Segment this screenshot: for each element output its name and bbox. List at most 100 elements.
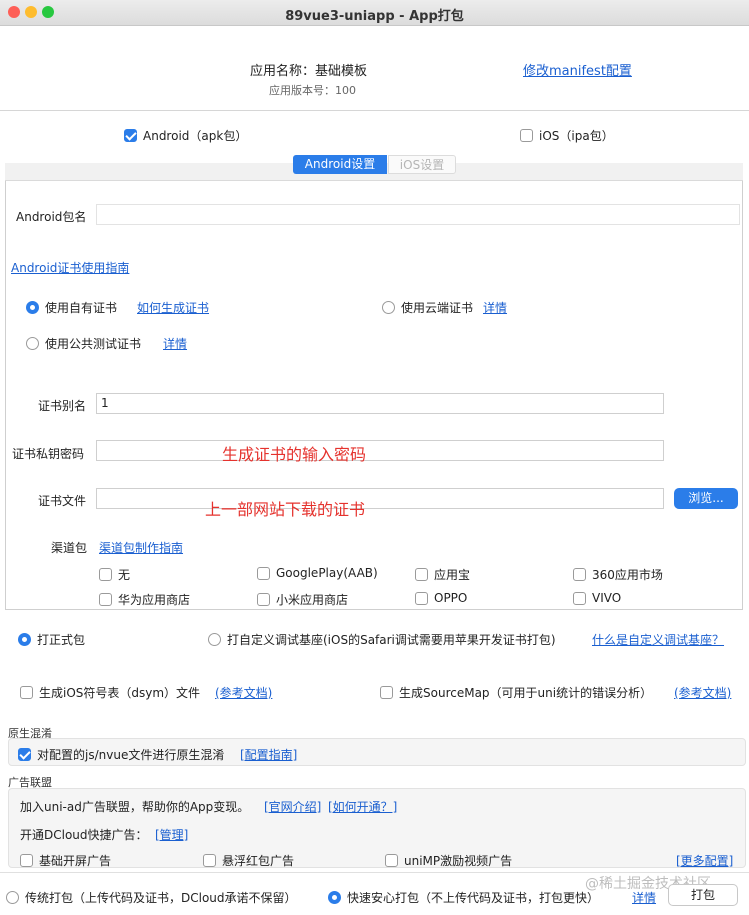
radio-checked-icon xyxy=(328,891,341,904)
channel-option-label: 小米应用商店 xyxy=(276,593,349,607)
checkbox-icon xyxy=(385,854,398,867)
cert-alias-input[interactable]: 1 xyxy=(96,393,664,414)
ad-option-label: 悬浮红包广告 xyxy=(222,854,295,868)
public-cert-detail-link[interactable]: 详情 xyxy=(163,335,187,352)
checkbox-icon xyxy=(573,591,586,605)
modify-manifest-link[interactable]: 修改manifest配置 xyxy=(523,60,632,79)
cert-file-annotation: 上一部网站下载的证书 xyxy=(205,500,366,519)
ads-manage-link[interactable]: [管理] xyxy=(155,826,188,843)
ads-how-open-link[interactable]: [如何开通？] xyxy=(328,798,397,815)
channel-oppo-checkbox[interactable]: OPPO xyxy=(415,591,467,605)
checkbox-icon xyxy=(380,686,393,699)
channel-option-label: 应用宝 xyxy=(434,568,471,582)
radio-icon xyxy=(26,337,39,350)
obfuscation-checkbox[interactable]: 对配置的js/nvue文件进行原生混淆 xyxy=(18,746,224,763)
tab-ios-settings[interactable]: iOS设置 xyxy=(388,155,456,174)
cert-password-input[interactable] xyxy=(96,440,664,461)
radio-icon xyxy=(382,301,395,314)
own-cert-label: 使用自有证书 xyxy=(45,301,118,315)
cert-alias-label: 证书别名 xyxy=(38,399,87,413)
ios-dsym-checkbox[interactable]: 生成iOS符号表（dsym）文件 xyxy=(20,684,200,701)
fast-pack-radio[interactable]: 快速安心打包（不上传代码及证书，打包更快） xyxy=(328,889,599,906)
browse-button[interactable]: 浏览... xyxy=(674,488,738,509)
ads-more-config-link[interactable]: [更多配置] xyxy=(676,852,733,869)
checkbox-icon xyxy=(573,568,586,581)
window-titlebar: 89vue3-uniapp - App打包 xyxy=(0,0,749,26)
sourcemap-doc-link[interactable]: (参考文档) xyxy=(674,684,731,701)
channel-option-label: GooglePlay(AAB) xyxy=(276,566,378,580)
fast-pack-label: 快速安心打包（不上传代码及证书，打包更快） xyxy=(347,891,600,905)
channel-360-checkbox[interactable]: 360应用市场 xyxy=(573,566,663,583)
pack-button[interactable]: 打包 xyxy=(668,884,738,906)
splash-ad-checkbox[interactable]: 基础开屏广告 xyxy=(20,852,111,869)
channel-none-checkbox[interactable]: 无 xyxy=(99,566,130,583)
radio-checked-icon xyxy=(26,301,39,314)
checkbox-icon xyxy=(415,568,428,581)
custom-base-label: 打自定义调试基座(iOS的Safari调试需要用苹果开发证书打包) xyxy=(227,633,556,647)
password-annotation: 生成证书的输入密码 xyxy=(222,445,367,464)
ios-platform-checkbox[interactable]: iOS（ipa包） xyxy=(520,127,614,144)
sourcemap-checkbox[interactable]: 生成SourceMap（可用于uni统计的错误分析） xyxy=(380,684,652,701)
cloud-cert-detail-link[interactable]: 详情 xyxy=(483,299,507,316)
checkbox-checked-icon xyxy=(124,129,137,142)
public-test-cert-radio[interactable]: 使用公共测试证书 xyxy=(26,335,141,352)
channel-guide-link[interactable]: 渠道包制作指南 xyxy=(99,539,183,556)
channel-vivo-checkbox[interactable]: VIVO xyxy=(573,591,621,605)
own-cert-radio[interactable]: 使用自有证书 xyxy=(26,299,117,316)
channel-googleplay-checkbox[interactable]: GooglePlay(AAB) xyxy=(257,566,378,580)
checkbox-icon xyxy=(20,854,33,867)
dcloud-quick-ads-label: 开通DCloud快捷广告： xyxy=(20,828,148,842)
android-cert-guide-link[interactable]: Android证书使用指南 xyxy=(11,259,129,276)
window-title: 89vue3-uniapp - App打包 xyxy=(285,9,464,24)
cloud-cert-radio[interactable]: 使用云端证书 xyxy=(382,299,473,316)
traditional-pack-label: 传统打包（上传代码及证书，DCloud承诺不保留） xyxy=(25,891,297,905)
radio-checked-icon xyxy=(18,633,31,646)
custom-base-radio[interactable]: 打自定义调试基座(iOS的Safari调试需要用苹果开发证书打包) xyxy=(208,631,556,648)
checkbox-icon xyxy=(415,591,428,605)
android-platform-label: Android（apk包） xyxy=(143,129,248,143)
android-platform-checkbox[interactable]: Android（apk包） xyxy=(124,127,247,144)
channel-option-label: 360应用市场 xyxy=(592,568,663,582)
android-package-input[interactable] xyxy=(96,204,740,225)
release-build-label: 打正式包 xyxy=(37,633,86,647)
app-version-label: 应用版本号：100 xyxy=(269,84,356,97)
sourcemap-label: 生成SourceMap（可用于uni统计的错误分析） xyxy=(399,686,653,700)
checkbox-icon xyxy=(99,568,112,581)
redpacket-ad-checkbox[interactable]: 悬浮红包广告 xyxy=(203,852,294,869)
radio-icon xyxy=(6,891,19,904)
channel-option-label: 华为应用商店 xyxy=(118,593,191,607)
checkbox-icon xyxy=(99,593,112,606)
unimp-video-ad-checkbox[interactable]: uniMP激励视频广告 xyxy=(385,852,512,869)
ios-platform-label: iOS（ipa包） xyxy=(539,129,614,143)
release-build-radio[interactable]: 打正式包 xyxy=(18,631,85,648)
checkbox-icon xyxy=(257,566,270,580)
custom-base-help-link[interactable]: 什么是自定义调试基座？ xyxy=(592,631,724,648)
checkbox-icon xyxy=(520,129,533,142)
channel-option-label: VIVO xyxy=(592,591,622,605)
ads-official-link[interactable]: [官网介绍] xyxy=(264,798,321,815)
checkbox-icon xyxy=(203,854,216,867)
channel-xiaomi-checkbox[interactable]: 小米应用商店 xyxy=(257,591,348,608)
public-test-cert-label: 使用公共测试证书 xyxy=(45,337,142,351)
checkbox-icon xyxy=(20,686,33,699)
cert-file-input[interactable] xyxy=(96,488,664,509)
ads-join-text: 加入uni-ad广告联盟，帮助你的App变现。 xyxy=(20,800,250,814)
obfuscation-label: 对配置的js/nvue文件进行原生混淆 xyxy=(37,748,225,762)
cert-file-label: 证书文件 xyxy=(38,494,87,508)
traditional-pack-radio[interactable]: 传统打包（上传代码及证书，DCloud承诺不保留） xyxy=(6,889,297,906)
cert-password-label: 证书私钥密码 xyxy=(12,447,85,461)
channel-option-label: OPPO xyxy=(434,591,468,605)
android-package-label: Android包名 xyxy=(16,210,87,224)
ios-dsym-label: 生成iOS符号表（dsym）文件 xyxy=(39,686,201,700)
tab-android-settings[interactable]: Android设置 xyxy=(293,155,387,174)
cloud-cert-label: 使用云端证书 xyxy=(401,301,474,315)
ios-dsym-doc-link[interactable]: (参考文档) xyxy=(215,684,272,701)
ad-option-label: 基础开屏广告 xyxy=(39,854,112,868)
obfuscation-guide-link[interactable]: [配置指南] xyxy=(240,746,297,763)
channel-yingyongbao-checkbox[interactable]: 应用宝 xyxy=(415,566,470,583)
channel-huawei-checkbox[interactable]: 华为应用商店 xyxy=(99,591,190,608)
checkbox-icon xyxy=(257,593,270,606)
ad-option-label: uniMP激励视频广告 xyxy=(404,854,513,868)
how-to-generate-cert-link[interactable]: 如何生成证书 xyxy=(137,299,209,316)
radio-icon xyxy=(208,633,221,646)
